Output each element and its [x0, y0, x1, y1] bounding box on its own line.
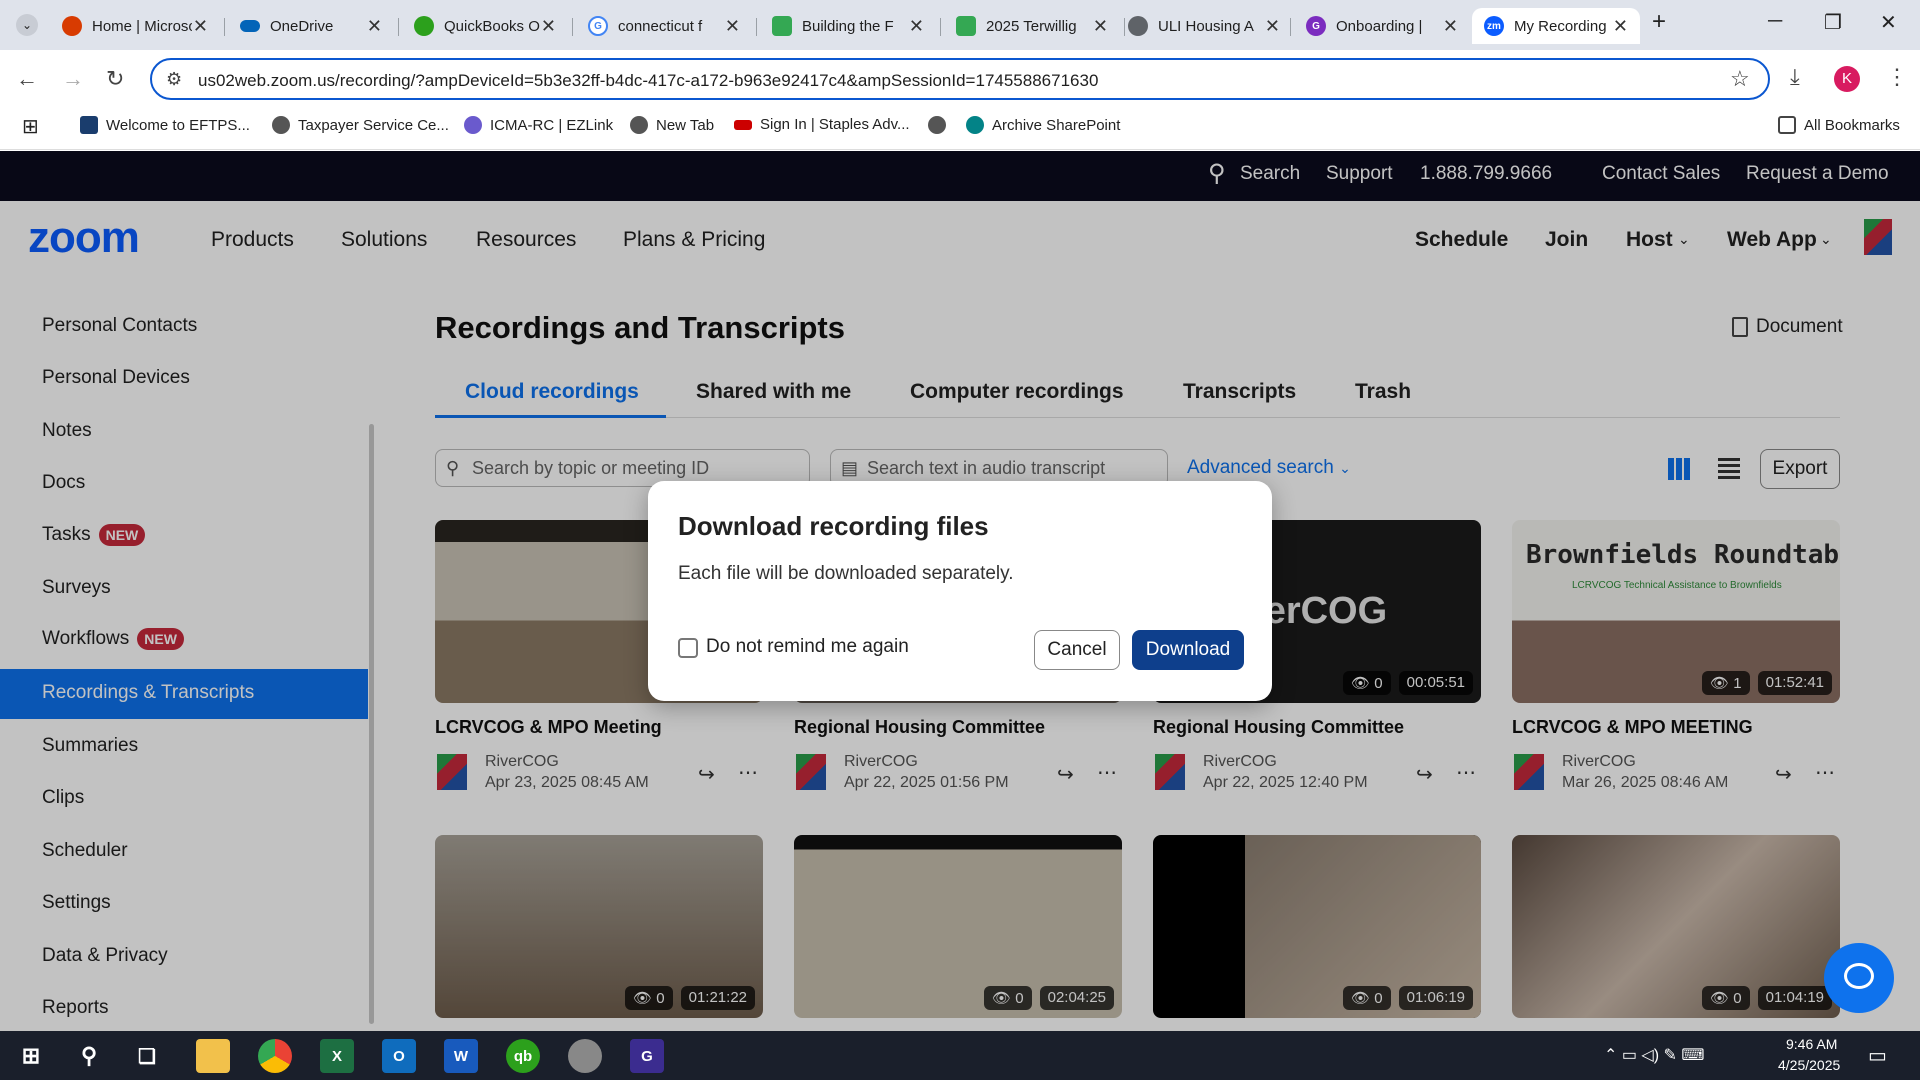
back-icon[interactable]: ← [16, 66, 38, 92]
quickbooks-icon[interactable]: qb [506, 1039, 540, 1073]
bookmark-item[interactable]: ICMA-RC | EZLink [464, 116, 613, 134]
close-window-icon[interactable]: ✕ [1880, 10, 1897, 35]
bookmark-item[interactable] [928, 116, 954, 134]
chat-support-button[interactable] [1824, 943, 1894, 1013]
google-icon: G [588, 16, 608, 36]
reload-icon[interactable]: ↻ [106, 66, 124, 92]
eftps-icon [80, 116, 98, 134]
browser-tab[interactable]: Building the F ✕ [760, 8, 936, 44]
tray-icons[interactable]: ⌃ ▭ ◁) ✎ ⌨ [1604, 1045, 1704, 1065]
site-info-icon[interactable]: ⚙ [166, 69, 182, 90]
windows-start-icon[interactable]: ⊞ [14, 1039, 48, 1073]
browser-tab[interactable]: G Onboarding | ✕ [1294, 8, 1470, 44]
globe-icon [630, 116, 648, 134]
tab-search-button[interactable]: ⌄ [16, 14, 38, 36]
forward-icon[interactable]: → [62, 66, 84, 92]
download-button[interactable]: Download [1132, 630, 1244, 670]
minimize-icon[interactable]: ─ [1768, 10, 1782, 33]
download-icon[interactable]: ⤓ [1790, 64, 1800, 90]
onedrive-icon [240, 20, 260, 32]
task-view-icon[interactable]: ❏ [130, 1039, 164, 1073]
url-text: us02web.zoom.us/recording/?ampDeviceId=5… [198, 71, 1099, 90]
clock-time[interactable]: 9:46 AM [1786, 1036, 1837, 1052]
outlook-icon[interactable]: O [382, 1039, 416, 1073]
windows-taskbar: ⊞ ⚲ ❏ X O W qb G ⌃ ▭ ◁) ✎ ⌨ 9:46 AM 4/25… [0, 1031, 1920, 1080]
bookmark-item[interactable]: Sign In | Staples Adv... [734, 116, 910, 133]
close-tab-icon[interactable]: ✕ [1093, 16, 1108, 37]
bookmark-item[interactable]: Archive SharePoint [966, 116, 1120, 134]
bookmarks-bar: ⊞ Welcome to EFTPS... Taxpayer Service C… [0, 106, 1920, 150]
browser-tab-strip: ⌄ Home | Microsoft 365 ✕ OneDrive ✕ Quic… [0, 0, 1920, 50]
notification-icon[interactable]: ▭ [1868, 1043, 1887, 1068]
zoom-icon: zm [1484, 16, 1504, 36]
browser-tab[interactable]: OneDrive ✕ [228, 8, 394, 44]
profile-avatar[interactable]: K [1834, 66, 1860, 92]
browser-tab[interactable]: Home | Microsoft 365 ✕ [50, 8, 220, 44]
g-icon: G [1306, 16, 1326, 36]
globe-icon [928, 116, 946, 134]
staples-icon [734, 119, 752, 130]
close-tab-icon[interactable]: ✕ [909, 16, 924, 37]
close-tab-icon[interactable]: ✕ [1613, 16, 1628, 37]
browser-tab[interactable]: 2025 Terwillig ✕ [944, 8, 1120, 44]
doc-icon [956, 16, 976, 36]
close-tab-icon[interactable]: ✕ [367, 16, 382, 37]
search-icon[interactable]: ⚲ [72, 1039, 106, 1073]
browser-tab-active[interactable]: zm My Recording ✕ [1472, 8, 1640, 44]
dialog-description: Each file will be downloaded separately. [678, 563, 1014, 584]
do-not-remind-label[interactable]: Do not remind me again [706, 636, 909, 658]
bookmark-star-icon[interactable]: ☆ [1730, 66, 1750, 92]
new-tab-icon[interactable]: + [1652, 8, 1666, 36]
file-explorer-icon[interactable] [196, 1039, 230, 1073]
chat-icon [1844, 963, 1874, 989]
close-tab-icon[interactable]: ✕ [1265, 16, 1280, 37]
clock-date[interactable]: 4/25/2025 [1778, 1057, 1840, 1073]
dialog-title: Download recording files [678, 511, 989, 541]
address-bar[interactable]: ⚙ us02web.zoom.us/recording/?ampDeviceId… [150, 58, 1770, 100]
folder-icon [1778, 116, 1796, 134]
chrome-icon[interactable] [258, 1039, 292, 1073]
bookmark-item[interactable]: Taxpayer Service Ce... [272, 116, 449, 134]
close-tab-icon[interactable]: ✕ [193, 16, 208, 37]
app-icon[interactable] [568, 1039, 602, 1073]
word-icon[interactable]: W [444, 1039, 478, 1073]
browser-tab[interactable]: ULI Housing A ✕ [1116, 8, 1292, 44]
icma-icon [464, 116, 482, 134]
bookmark-item[interactable]: New Tab [630, 116, 714, 134]
cancel-button[interactable]: Cancel [1034, 630, 1120, 670]
globe-icon [1128, 16, 1148, 36]
menu-icon[interactable]: ⋮ [1886, 64, 1908, 90]
close-tab-icon[interactable]: ✕ [725, 16, 740, 37]
doc-icon [772, 16, 792, 36]
close-tab-icon[interactable]: ✕ [1443, 16, 1458, 37]
browser-toolbar: ← → ↻ ⚙ us02web.zoom.us/recording/?ampDe… [0, 50, 1920, 106]
close-tab-icon[interactable]: ✕ [541, 16, 556, 37]
download-dialog: Download recording files Each file will … [648, 481, 1272, 701]
bookmark-item[interactable]: Welcome to EFTPS... [80, 116, 250, 134]
g-app-icon[interactable]: G [630, 1039, 664, 1073]
m365-icon [62, 16, 82, 36]
globe-icon [272, 116, 290, 134]
sharepoint-icon [966, 116, 984, 134]
do-not-remind-checkbox[interactable] [678, 638, 698, 658]
restore-icon[interactable]: ❐ [1824, 10, 1842, 35]
browser-tab[interactable]: QuickBooks Online ✕ [402, 8, 568, 44]
quickbooks-icon [414, 16, 434, 36]
apps-icon[interactable]: ⊞ [22, 114, 39, 139]
all-bookmarks[interactable]: All Bookmarks [1778, 116, 1900, 134]
browser-tab[interactable]: G connecticut f ✕ [576, 8, 752, 44]
excel-icon[interactable]: X [320, 1039, 354, 1073]
